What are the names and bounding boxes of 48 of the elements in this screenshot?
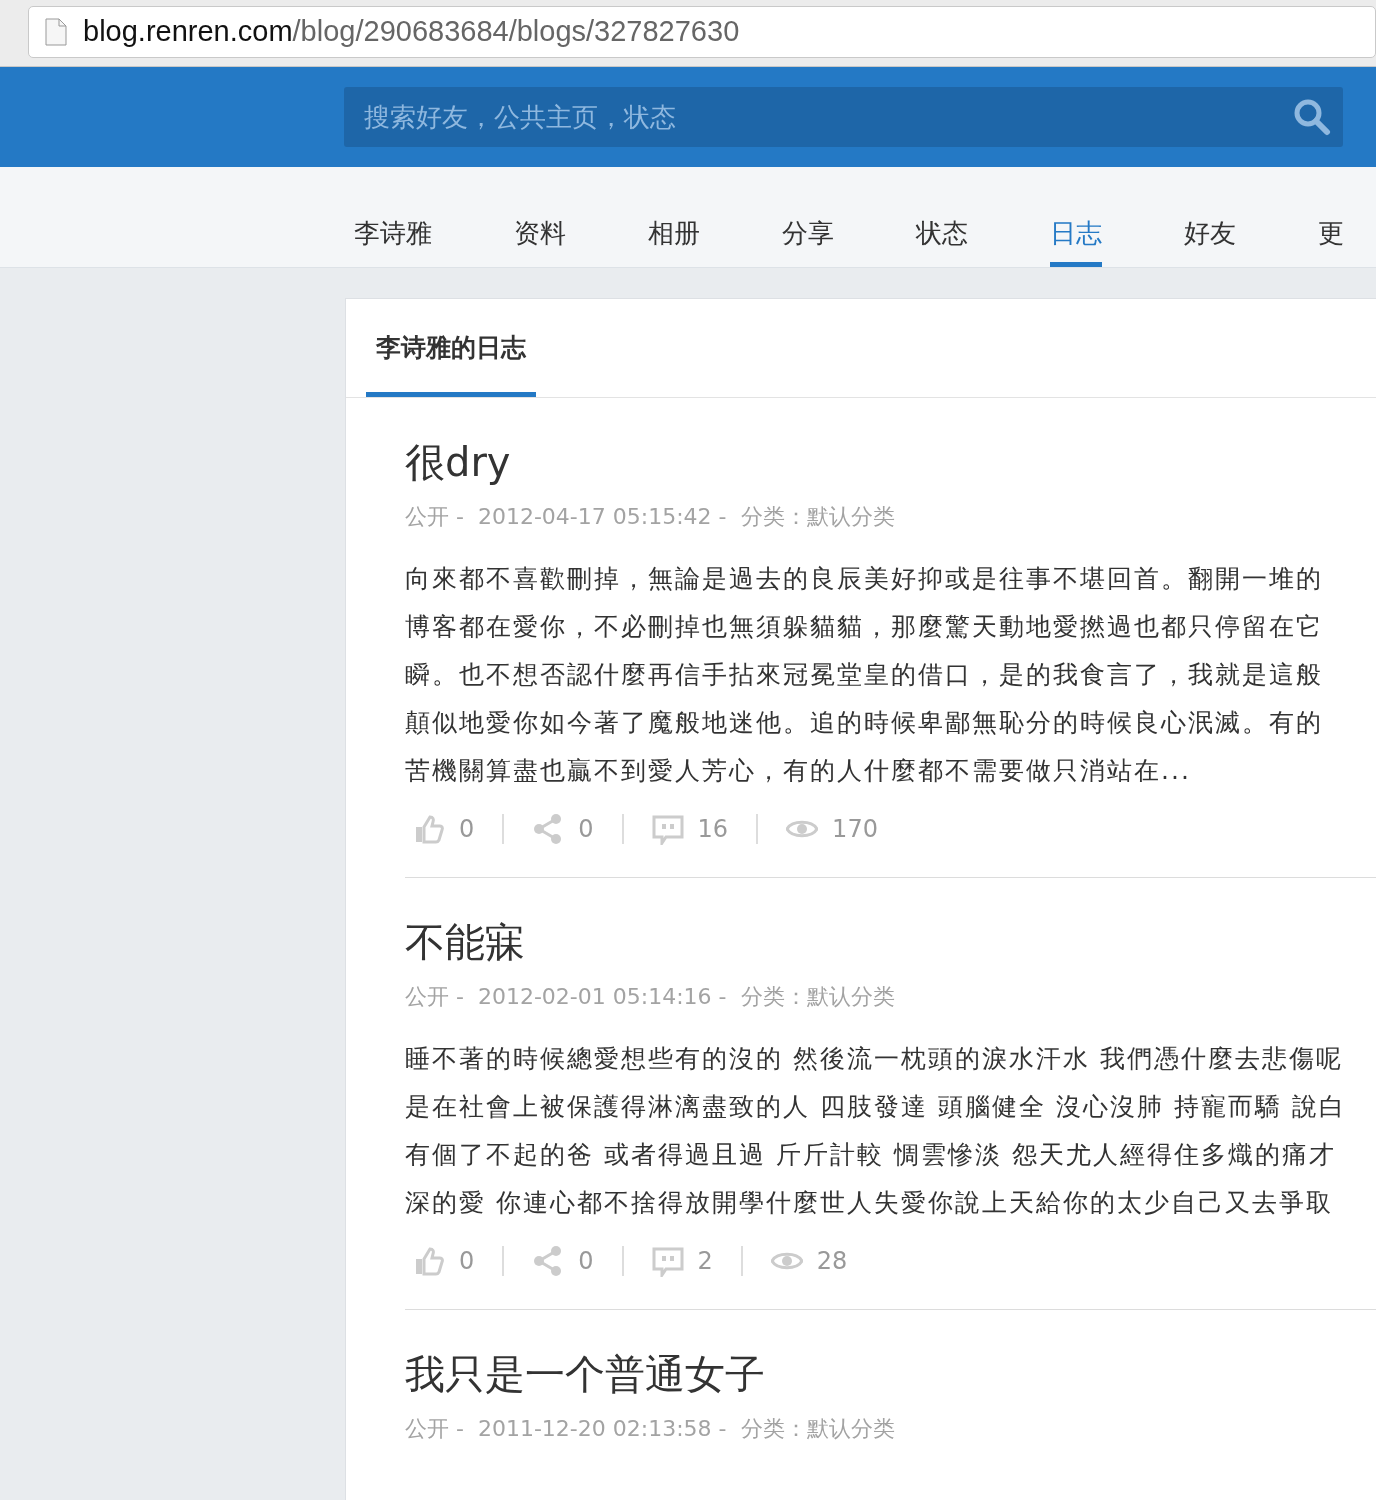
address-field[interactable]: blog.renren.com/blog/290683684/blogs/327827630 (28, 6, 1376, 58)
nav-tab[interactable]: 状态 (916, 167, 968, 267)
post-title[interactable]: 很dry (405, 438, 1376, 486)
post-excerpt-line: 是在社會上被保護得淋漓盡致的人 四肢發達 頭腦健全 沒心沒肺 持寵而驕 說白 (405, 1091, 1347, 1123)
post-title[interactable]: 不能寐 (405, 918, 1376, 966)
post-excerpt-line: 向來都不喜歡刪掉，無論是過去的良辰美好抑或是往事不堪回首。翻開一堆的 (405, 563, 1324, 595)
url-domain: blog.renren.com (83, 15, 293, 48)
search-icon[interactable] (1293, 98, 1331, 136)
nav-tab[interactable]: 资料 (514, 167, 566, 267)
like-count: 0 (459, 814, 475, 845)
post-excerpt-line: 顛似地愛你如今著了魔般地迷他。追的時候卑鄙無恥分的時候良心泯滅。有的 (405, 707, 1324, 739)
post-title[interactable]: 我只是一个普通女子 (405, 1350, 1376, 1398)
visibility-label: 公开 - (405, 983, 464, 1011)
search-field[interactable]: 搜索好友，公共主页，状态 (344, 87, 1343, 147)
post-excerpt-line: 睡不著的時候總愛想些有的沒的 然後流一枕頭的淚水汗水 我們憑什麼去悲傷呢 (405, 1043, 1344, 1075)
nav-tab[interactable]: 好友 (1184, 167, 1236, 267)
post-date: 2012-02-01 05:14:16 - (477, 983, 727, 1011)
comment-icon[interactable] (651, 813, 684, 845)
share-count: 0 (578, 1246, 594, 1277)
nav-tab[interactable]: 更 (1318, 167, 1344, 267)
nav-tab[interactable]: 分享 (782, 167, 834, 267)
post-category: 分类：默认分类 (740, 503, 895, 531)
nav-tab[interactable]: 日志 (1050, 167, 1102, 267)
view-count: 170 (832, 814, 878, 845)
post-category: 分类：默认分类 (740, 983, 895, 1011)
comment-icon[interactable] (651, 1245, 684, 1277)
post-date: 2012-04-17 05:15:42 - (477, 503, 727, 531)
nav-tab[interactable]: 相册 (648, 167, 700, 267)
post-excerpt-line: 博客都在愛你，不必刪掉也無須躲貓貓，那麼驚天動地愛撚過也都只停留在它 (405, 611, 1324, 643)
nav-tab[interactable]: 李诗雅 (354, 167, 432, 267)
view-count: 28 (816, 1246, 848, 1277)
panel-tab[interactable]: 李诗雅的日志 (366, 299, 536, 397)
visibility-label: 公开 - (405, 503, 464, 531)
comment-count: 2 (697, 1246, 713, 1277)
thumbs-up-icon[interactable] (413, 813, 445, 845)
post-category: 分类：默认分类 (740, 1415, 895, 1443)
post-excerpt-line: 瞬。也不想否認什麼再信手拈來冠冕堂皇的借口，是的我食言了，我就是這般 (405, 659, 1324, 691)
post-excerpt-line: 苦機關算盡也贏不到愛人芳心，有的人什麼都不需要做只消站在... (405, 755, 1192, 787)
like-count: 0 (459, 1246, 475, 1277)
visibility-label: 公开 - (405, 1415, 464, 1443)
url-path: /blog/290683684/blogs/327827630 (292, 15, 740, 48)
comment-count: 16 (697, 814, 729, 845)
share-count: 0 (578, 814, 594, 845)
thumbs-up-icon[interactable] (413, 1245, 445, 1277)
post-date: 2011-12-20 02:13:58 - (477, 1415, 727, 1443)
post-excerpt-line: 有個了不起的爸 或者得過且過 斤斤計較 惆雲慘淡 怨天尤人經得住多熾的痛才 (405, 1139, 1337, 1171)
page-icon (45, 18, 67, 46)
post-excerpt-line: 深的愛 你連心都不捨得放開學什麼世人失愛你說上天給你的太少自己又去爭取 (405, 1187, 1334, 1219)
